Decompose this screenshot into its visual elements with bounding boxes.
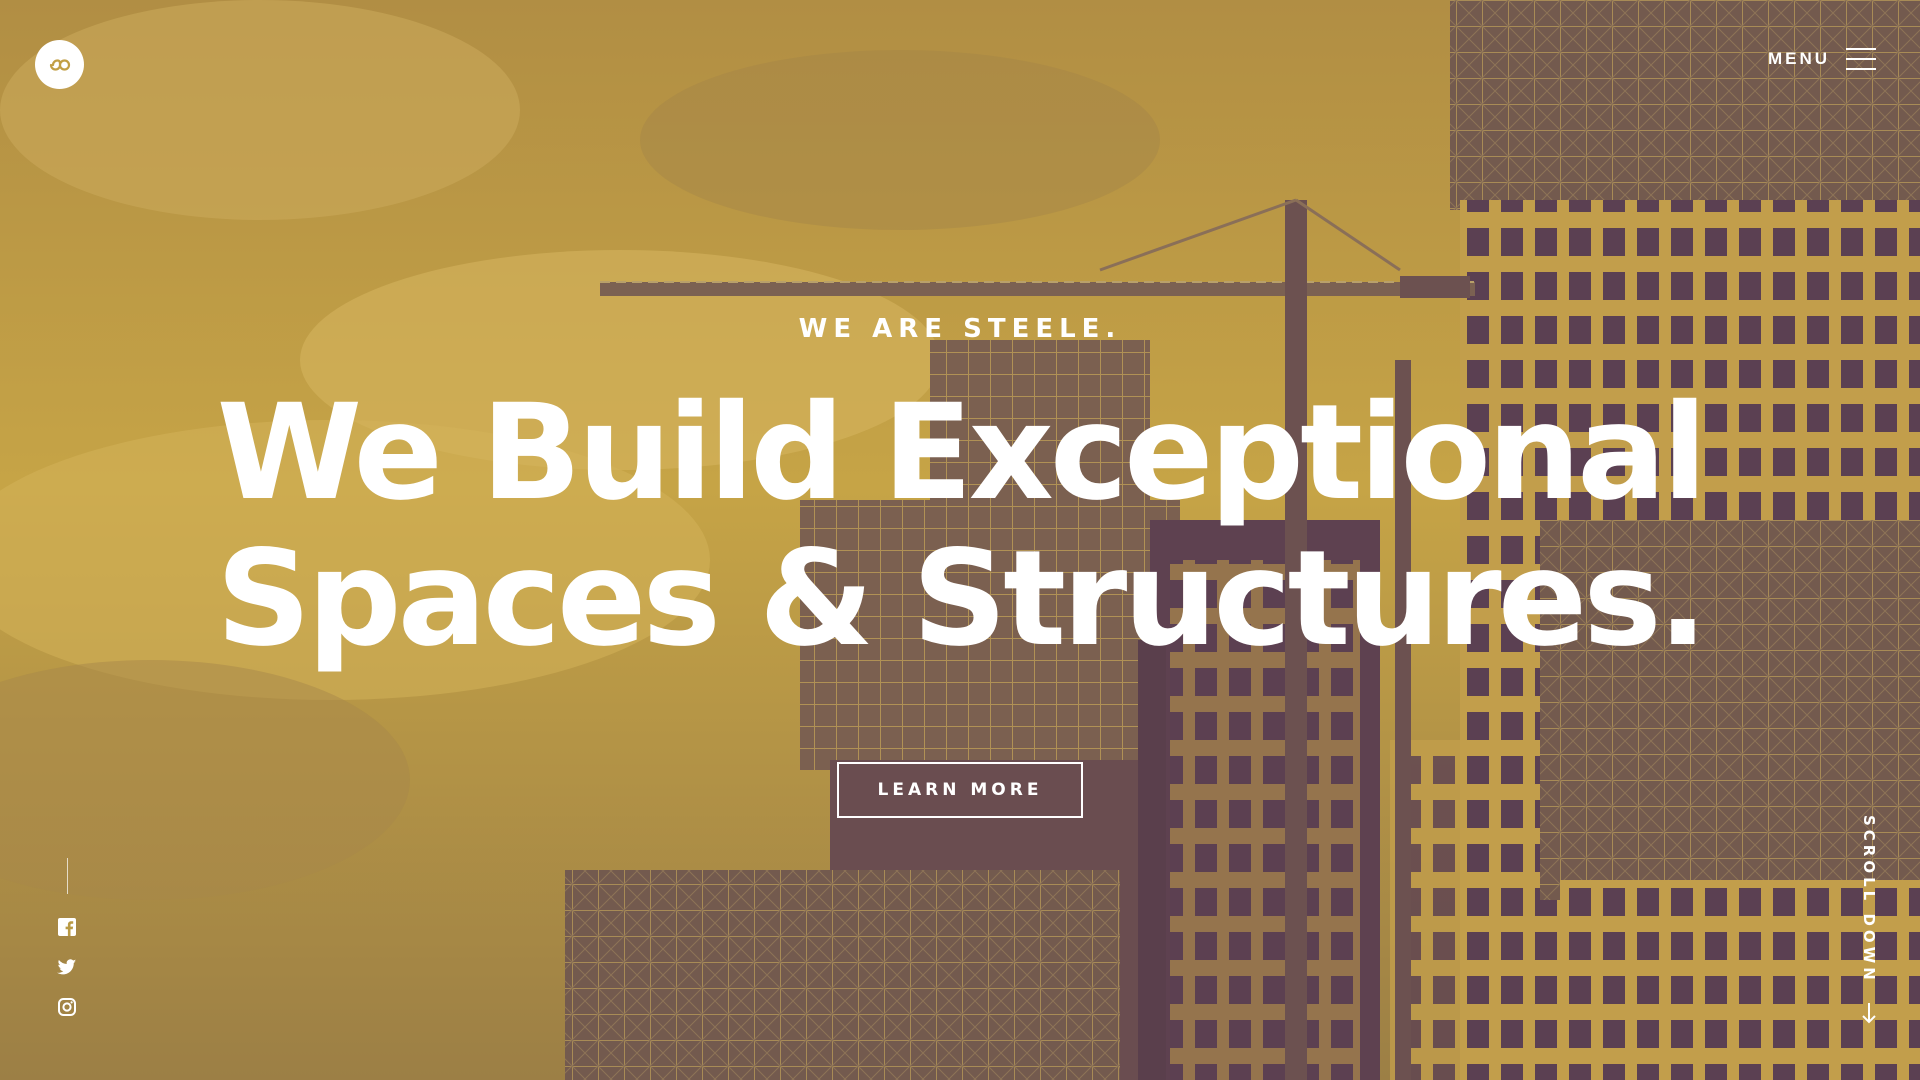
- facebook-link[interactable]: [54, 914, 80, 940]
- scroll-down-label: SCROLL DOWN: [1860, 815, 1878, 984]
- hero-headline-line-1: We Build Exceptional: [216, 376, 1708, 530]
- arrow-down-icon: [1862, 1002, 1876, 1024]
- twitter-link[interactable]: [54, 954, 80, 980]
- hero-headline: We Build Exceptional Spaces & Structures…: [0, 380, 1920, 672]
- hero-section: WE ARE STEELE. We Build Exceptional Spac…: [0, 0, 1920, 1080]
- instagram-icon: [58, 998, 76, 1016]
- menu-label: MENU: [1767, 49, 1830, 68]
- hamburger-icon: [1846, 48, 1876, 70]
- learn-more-button[interactable]: LEARN MORE: [837, 762, 1083, 818]
- infinity-icon: [49, 58, 70, 71]
- instagram-link[interactable]: [54, 994, 80, 1020]
- scroll-down-link[interactable]: SCROLL DOWN: [1854, 815, 1884, 1025]
- facebook-icon: [58, 918, 76, 936]
- twitter-icon: [57, 958, 77, 974]
- menu-button[interactable]: MENU: [1768, 48, 1876, 70]
- social-links: [54, 858, 80, 1034]
- hero-eyebrow: WE ARE STEELE.: [798, 314, 1122, 344]
- hero-headline-line-2: Spaces & Structures.: [216, 522, 1708, 676]
- logo-button[interactable]: [35, 40, 84, 89]
- social-divider: [66, 858, 68, 894]
